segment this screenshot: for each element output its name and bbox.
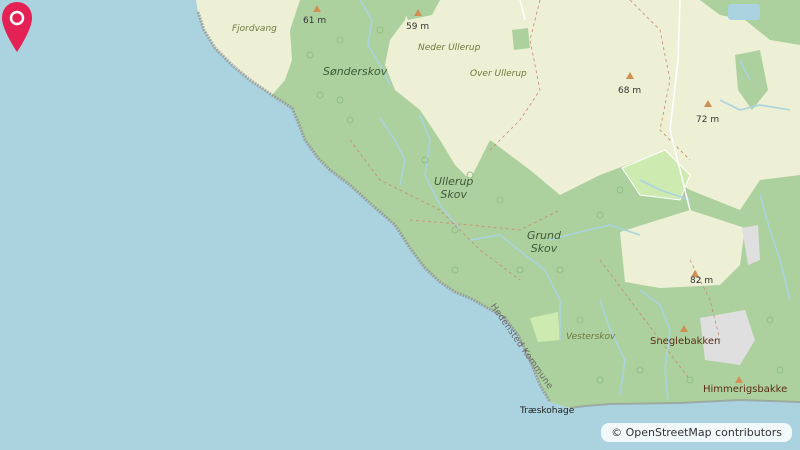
label-fjordvang: Fjordvang [232, 24, 277, 34]
triangle-peak-icon [313, 5, 321, 12]
label-line: Skov [440, 187, 467, 201]
label-elevation-61: 61 m [303, 16, 327, 26]
label-elevation-72: 72 m [696, 115, 720, 125]
triangle-peak-icon [626, 72, 634, 79]
label-over-ullerup: Over Ullerup [470, 69, 527, 79]
label-vesterskov: Vesterskov [566, 332, 616, 342]
map-attribution[interactable]: © OpenStreetMap contributors [601, 423, 792, 442]
label-elevation-68: 68 m [618, 86, 642, 96]
peak-markers [313, 5, 743, 383]
label-traeskohage: Træskohage [520, 406, 575, 416]
label-line: Grund [527, 229, 561, 242]
label-ullerup-skov: Ullerup Skov [434, 175, 474, 201]
label-line: Skov [530, 241, 558, 255]
attribution-text[interactable]: OpenStreetMap contributors [626, 426, 782, 439]
copyright-symbol: © [611, 426, 623, 439]
label-sonderskov: Sønderskov [323, 65, 388, 78]
triangle-peak-icon [735, 376, 743, 383]
triangle-peak-icon [680, 325, 688, 332]
label-elevation-82: 82 m [690, 276, 714, 286]
map-view[interactable]: Fjordvang 61 m 59 m Neder Ullerup Over U… [0, 0, 800, 450]
triangle-peak-icon [704, 100, 712, 107]
label-line: Ullerup [434, 175, 474, 188]
label-neder-ullerup: Neder Ullerup [418, 43, 481, 53]
label-elevation-59: 59 m [406, 22, 430, 32]
location-pin-icon[interactable] [0, 0, 34, 56]
label-himmerigsbakke: Himmerigsbakke [703, 384, 788, 395]
triangle-peak-icon [414, 9, 422, 16]
label-grund-skov: Grund Skov [527, 229, 561, 255]
label-sneglebakken: Sneglebakken [650, 336, 721, 347]
